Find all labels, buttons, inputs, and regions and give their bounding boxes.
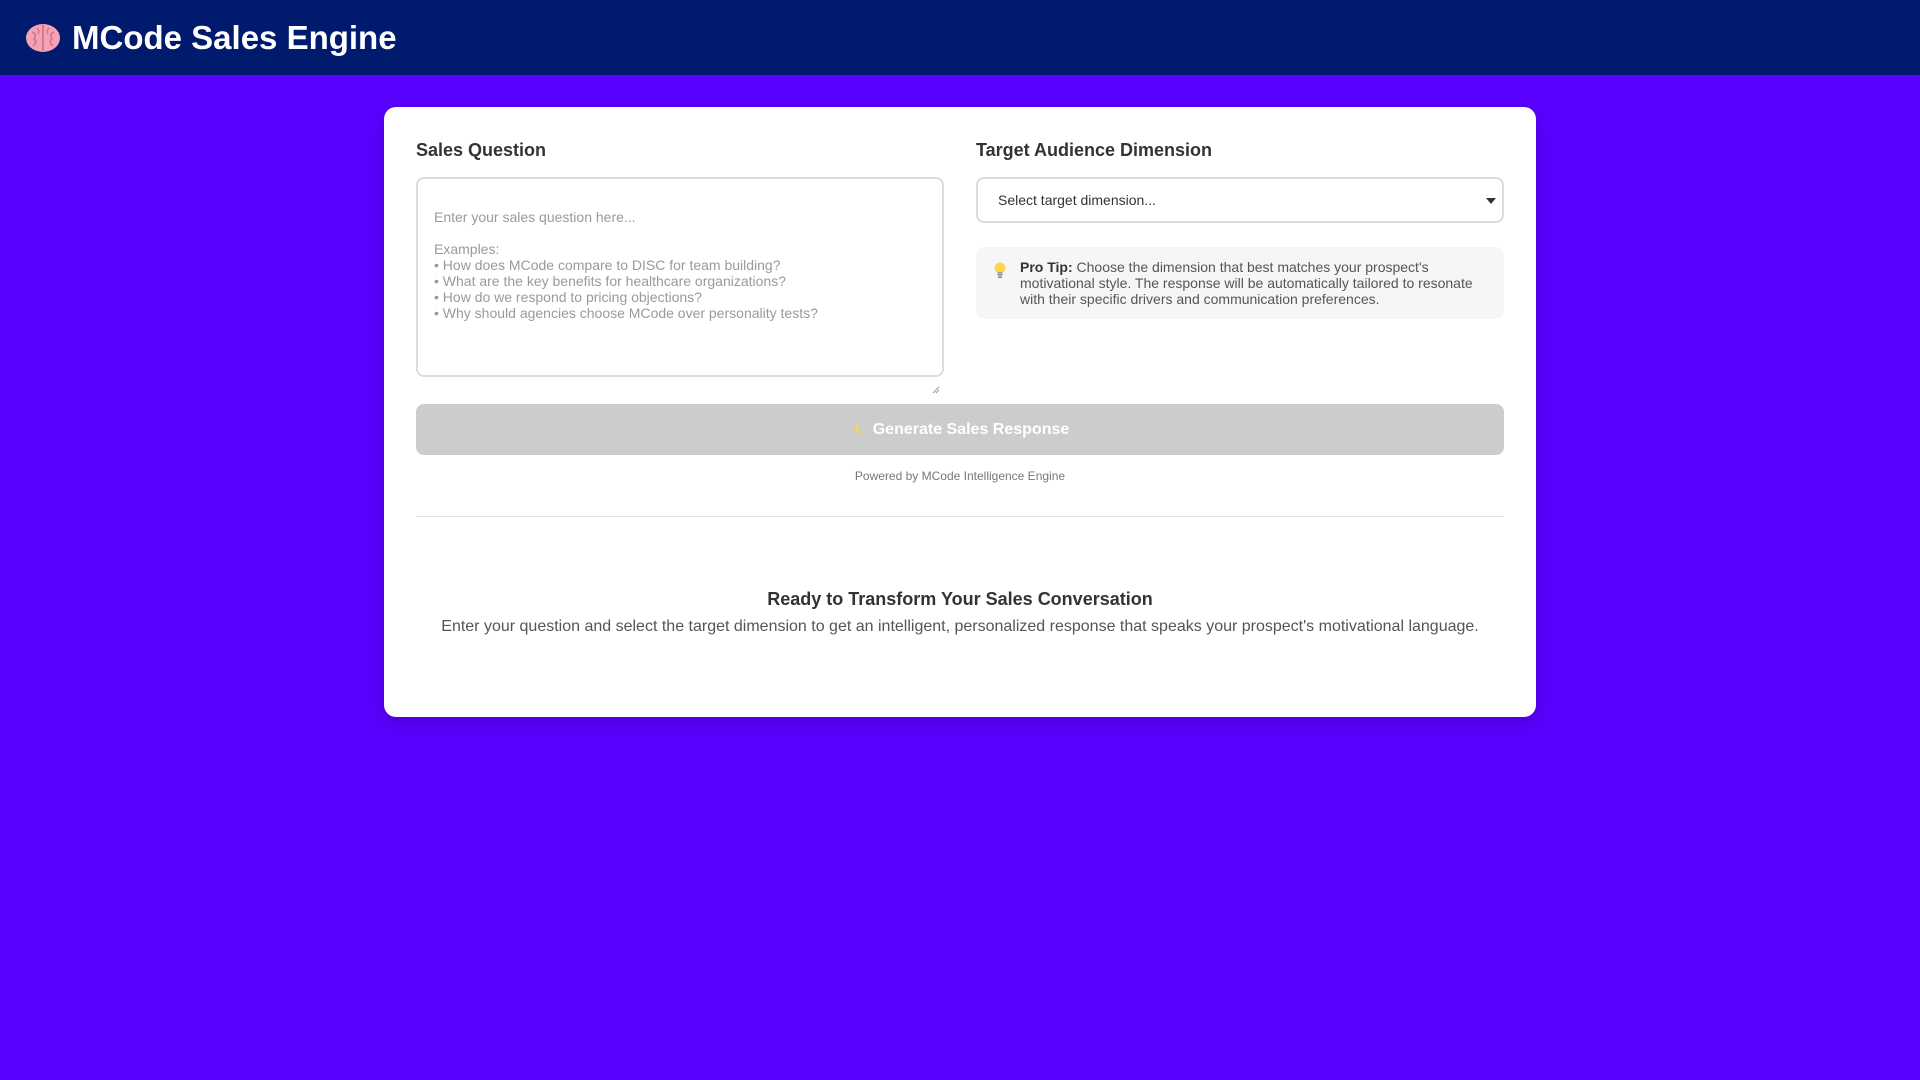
lightbulb-icon — [992, 261, 1008, 279]
app-header: MCode Sales Engine — [0, 0, 1920, 75]
pro-tip-title: Pro Tip: — [1020, 259, 1073, 275]
question-label: Sales Question — [416, 140, 547, 160]
question-section: Sales Question Enter your sales question… — [416, 139, 944, 394]
sparkle-icon — [850, 422, 867, 438]
generate-sales-response-button[interactable]: Generate Sales Response — [416, 404, 1504, 455]
target-dimension-select[interactable]: Select target dimension... — [976, 177, 1504, 223]
sales-question-input[interactable]: Enter your sales question here... Exampl… — [416, 177, 944, 394]
chevron-down-icon — [1486, 198, 1496, 204]
dimension-section: Target Audience Dimension Select target … — [976, 139, 1504, 319]
empty-state-title: Ready to Transform Your Sales Conversati… — [767, 589, 1153, 609]
question-placeholder: Enter your sales question here... Exampl… — [434, 209, 818, 321]
empty-state-description: Enter your question and select the targe… — [441, 618, 1479, 635]
pro-tip-box: Pro Tip: Choose the dimension that best … — [976, 247, 1504, 319]
dimension-selected-value: Select target dimension... — [998, 192, 1156, 208]
app-title: MCode Sales Engine — [72, 18, 397, 56]
pro-tip-text: Pro Tip: Choose the dimension that best … — [1020, 259, 1488, 307]
sales-form-card: Sales Question Enter your sales question… — [384, 107, 1536, 717]
resize-handle-icon[interactable] — [932, 365, 940, 394]
brain-icon — [24, 20, 62, 56]
powered-by-text: Powered by MCode Intelligence Engine — [854, 469, 1066, 483]
generate-button-label: Generate Sales Response — [872, 420, 1070, 438]
divider — [416, 516, 1504, 517]
pro-tip-body: Choose the dimension that best matches y… — [1020, 259, 1473, 307]
dimension-label: Target Audience Dimension — [976, 140, 1213, 160]
